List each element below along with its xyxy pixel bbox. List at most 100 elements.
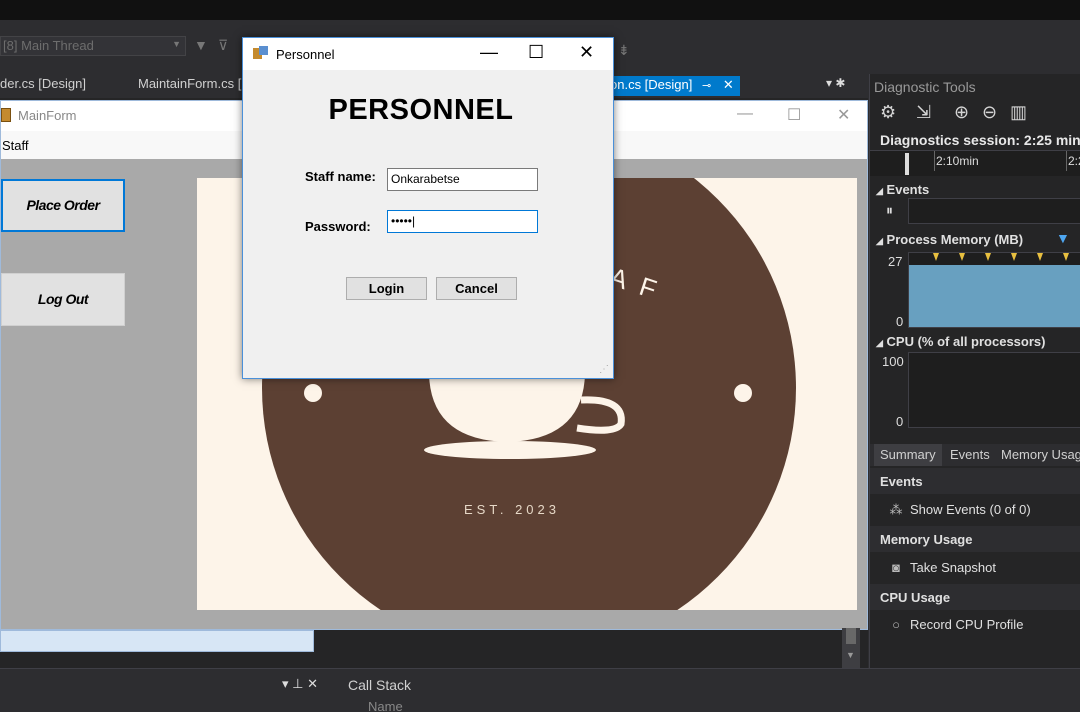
- dialog-title: Personnel: [276, 47, 335, 62]
- memory-graph[interactable]: [908, 252, 1080, 328]
- call-stack-title[interactable]: Call Stack: [348, 677, 411, 693]
- password-value: •••••: [391, 214, 413, 228]
- staff-name-label: Staff name:: [305, 169, 376, 184]
- tab-events[interactable]: Events: [944, 444, 996, 466]
- events-icon: ⁂: [889, 502, 903, 517]
- collapse-icon[interactable]: ◢: [876, 236, 883, 246]
- call-stack-column-name[interactable]: Name: [368, 699, 403, 712]
- record-cpu-profile-link[interactable]: ○ Record CPU Profile: [888, 617, 1023, 632]
- form-icon: [1, 108, 11, 122]
- dialog-titlebar: Personnel — ☐ ✕: [243, 38, 613, 70]
- tick: [1066, 151, 1067, 171]
- logo-dot-left: [304, 384, 322, 402]
- memory-axis-max: 27: [888, 254, 903, 269]
- timeline-ruler[interactable]: 2:10min 2:2: [870, 150, 1080, 176]
- password-label: Password:: [305, 219, 371, 234]
- cpu-axis-min: 0: [896, 414, 904, 429]
- login-button[interactable]: Login: [346, 277, 427, 300]
- memory-axis-min: 0: [896, 314, 904, 329]
- gc-markers: [933, 253, 1069, 261]
- maximize-icon[interactable]: ☐: [787, 105, 801, 125]
- chevron-down-icon[interactable]: ▼: [846, 650, 855, 660]
- chart-view-icon[interactable]: ▥: [1010, 102, 1027, 123]
- log-out-button[interactable]: Log Out: [1, 273, 125, 326]
- gc-marker: [959, 253, 965, 261]
- record-icon: ○: [892, 617, 900, 632]
- pause-icon[interactable]: ⏸: [886, 202, 893, 219]
- dialog-heading: PERSONNEL: [328, 94, 514, 126]
- cpu-section-label[interactable]: ◢ CPU (% of all processors): [876, 334, 1045, 349]
- cpu-axis-max: 100: [882, 354, 904, 369]
- tab-overflow-controls[interactable]: ▾ ✱: [826, 76, 845, 90]
- tab-summary[interactable]: Summary: [874, 444, 942, 466]
- pin-icon[interactable]: ⊸: [702, 80, 711, 92]
- maximize-icon[interactable]: ☐: [528, 42, 544, 63]
- tick: [934, 151, 935, 171]
- snapshot-marker-icon[interactable]: ▼: [1056, 230, 1070, 246]
- gc-marker: [933, 253, 939, 261]
- thread-selector[interactable]: [8] Main Thread ▼: [0, 36, 186, 56]
- timeline-tick-label: 2:10min: [936, 154, 979, 168]
- summary-events-heading: Events: [870, 468, 1080, 494]
- form-icon: [253, 46, 268, 59]
- gc-marker: [1063, 253, 1069, 261]
- minimize-icon[interactable]: —: [480, 42, 498, 63]
- designer-scrollbar[interactable]: ▼: [842, 628, 860, 668]
- events-track: [908, 198, 1080, 224]
- text-caret: |: [412, 214, 416, 228]
- close-icon[interactable]: ✕: [723, 77, 734, 92]
- filter-icon[interactable]: ▼: [194, 37, 208, 53]
- tab-order-design[interactable]: der.cs [Design]: [0, 76, 86, 96]
- place-order-button[interactable]: Place Order: [1, 179, 125, 232]
- logo-est-text: EST. 2023: [464, 502, 560, 517]
- cancel-button[interactable]: Cancel: [436, 277, 517, 300]
- diagnostic-toolbar: ⚙ ⇲ ⊕ ⊖ ▥: [870, 100, 1080, 128]
- settings-gear-icon[interactable]: ⚙: [880, 102, 896, 123]
- resize-grip-icon[interactable]: ⋰: [599, 364, 609, 375]
- minimize-icon[interactable]: —: [737, 105, 753, 123]
- collapse-icon[interactable]: ◢: [876, 338, 883, 348]
- summary-cpu-heading: CPU Usage: [870, 584, 1080, 610]
- tab-label: on.cs [Design]: [610, 77, 693, 92]
- export-icon[interactable]: ⇲: [916, 102, 931, 123]
- show-events-link[interactable]: ⁂ Show Events (0 of 0): [888, 502, 1031, 518]
- memory-section-label[interactable]: ◢ Process Memory (MB): [876, 232, 1023, 247]
- diagnostic-tools-title: Diagnostic Tools: [874, 79, 976, 95]
- tab-active-design[interactable]: on.cs [Design] ⊸ ✕: [608, 76, 740, 96]
- bottom-panel: [0, 668, 1080, 712]
- close-icon[interactable]: ✕: [837, 105, 850, 125]
- staff-name-field[interactable]: Onkarabetse: [387, 168, 538, 191]
- designer-strip: [0, 630, 314, 652]
- diagnostic-tabs: Summary Events Memory Usage: [870, 444, 1080, 466]
- zoom-out-icon[interactable]: ⊖: [982, 102, 997, 123]
- overflow-icon[interactable]: ⇟: [618, 42, 630, 59]
- scroll-thumb[interactable]: [846, 628, 856, 644]
- gc-marker: [985, 253, 991, 261]
- password-field[interactable]: •••••|: [387, 210, 538, 233]
- filter-clear-icon[interactable]: ⊽: [218, 37, 228, 54]
- summary-memory-heading: Memory Usage: [870, 526, 1080, 552]
- timeline-cursor[interactable]: [905, 153, 909, 175]
- ide-title-strip: [0, 0, 1080, 20]
- tab-label: MaintainForm.cs [: [138, 76, 242, 91]
- camera-icon: ◙: [892, 560, 900, 575]
- take-snapshot-link[interactable]: ◙ Take Snapshot: [888, 560, 996, 575]
- main-form-title: MainForm: [18, 108, 77, 123]
- chevron-down-icon: ▼: [172, 39, 181, 49]
- tab-memory-usage[interactable]: Memory Usage: [995, 444, 1080, 466]
- collapse-icon[interactable]: ◢: [876, 186, 883, 196]
- menu-item-staff[interactable]: Staff: [2, 138, 29, 153]
- memory-fill: [909, 265, 1080, 327]
- zoom-in-icon[interactable]: ⊕: [954, 102, 969, 123]
- diagnostic-session-text: Diagnostics session: 2:25 minutes: [880, 132, 1080, 148]
- close-icon[interactable]: ✕: [579, 42, 594, 63]
- cpu-graph[interactable]: [908, 352, 1080, 428]
- diagnostic-tools-panel: Diagnostic Tools ⚙ ⇲ ⊕ ⊖ ▥ Diagnostics s…: [869, 74, 1080, 668]
- saucer: [424, 441, 596, 459]
- tab-maintainform[interactable]: MaintainForm.cs [: [138, 76, 241, 96]
- personnel-dialog: Personnel — ☐ ✕ PERSONNEL Staff name: On…: [242, 37, 614, 379]
- timeline-tick-label: 2:2: [1068, 154, 1080, 168]
- thread-selector-value: [8] Main Thread: [3, 38, 94, 53]
- events-section-label[interactable]: ◢ Events: [876, 182, 929, 197]
- panel-controls[interactable]: ▾ ⊥ ✕: [282, 676, 318, 692]
